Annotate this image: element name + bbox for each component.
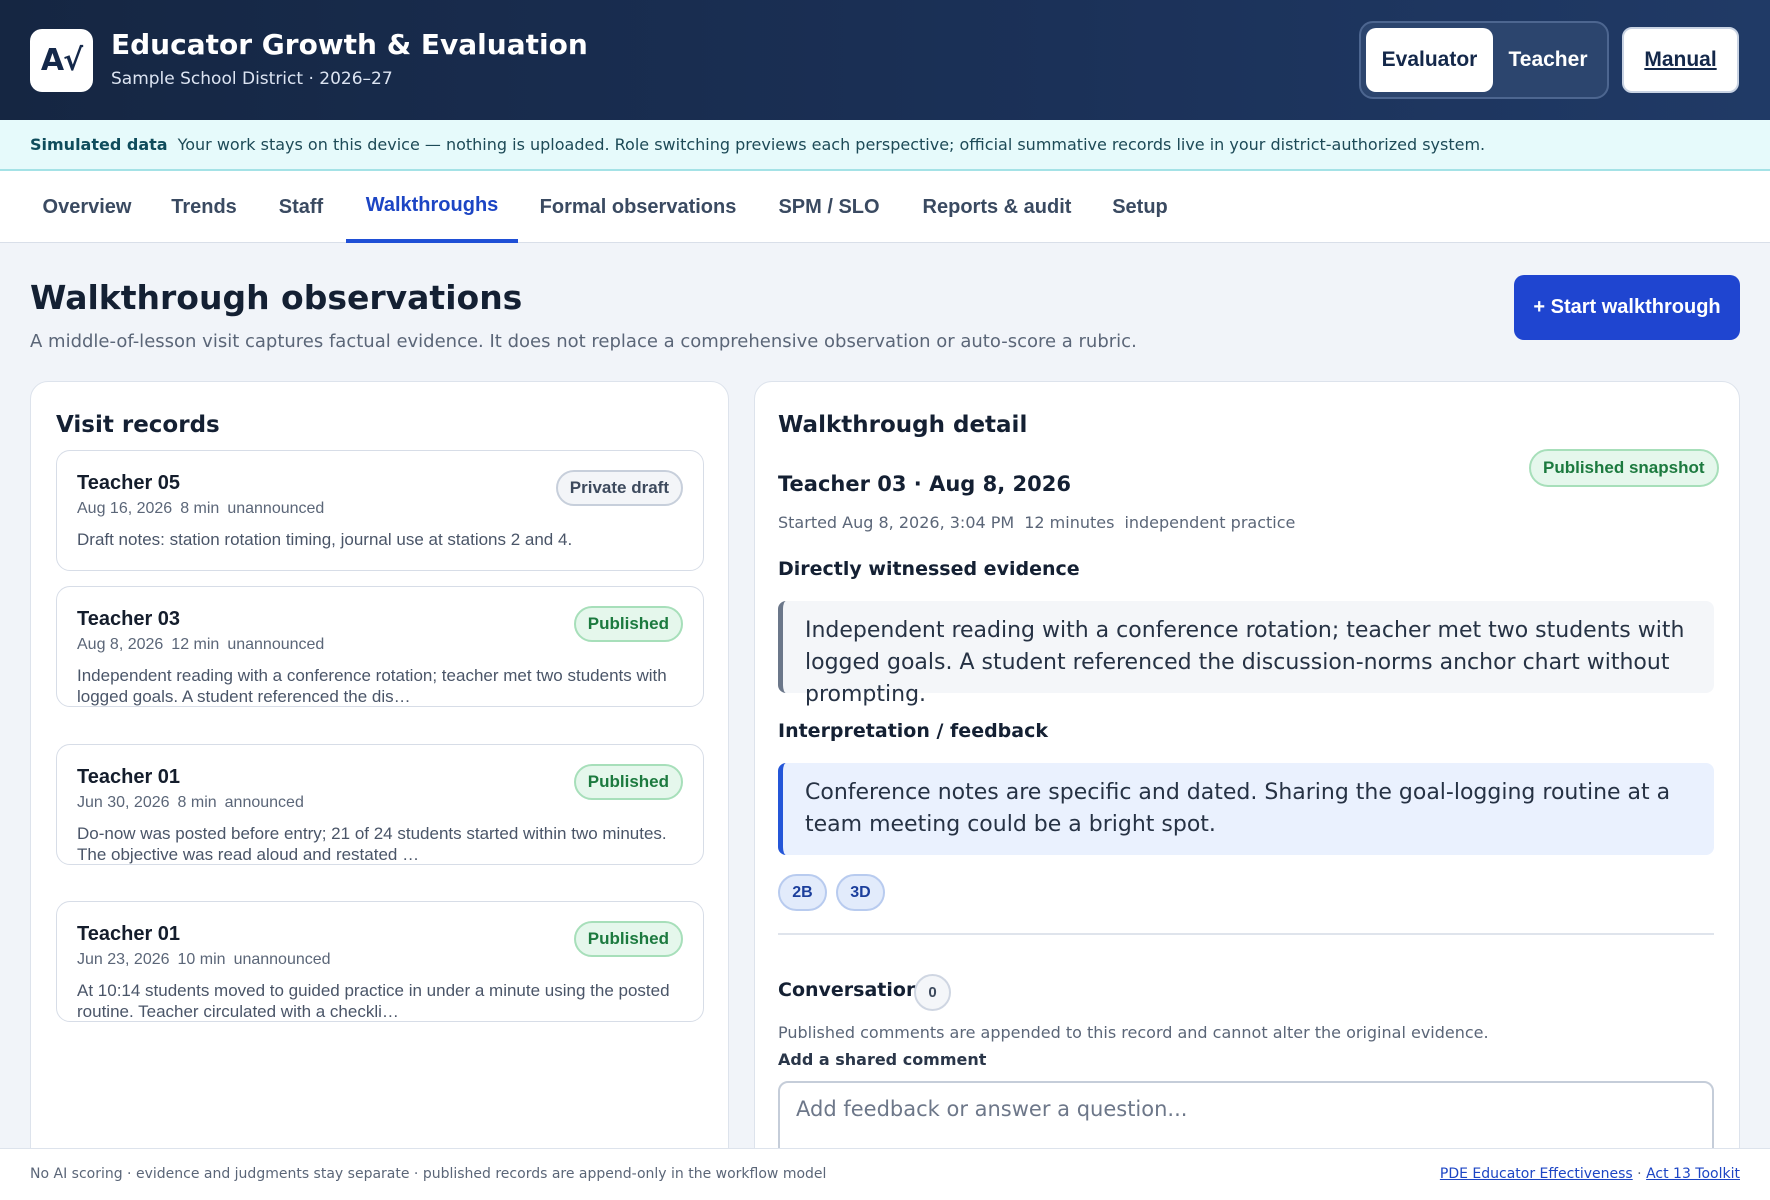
walkthrough-detail-panel: Walkthrough detail Published snapshot Te…	[754, 381, 1740, 1181]
app-logo: A√	[30, 29, 93, 92]
visit-notes: Do-now was posted before entry; 21 of 24…	[77, 824, 667, 864]
evidence-text: Independent reading with a conference ro…	[778, 601, 1714, 707]
comment-count-badge: 0	[914, 974, 951, 1011]
visit-record-card[interactable]: Teacher 03 Aug 8, 2026 12 min unannounced …	[56, 586, 704, 707]
visit-duration: 8 min	[177, 794, 217, 811]
visit-duration: 12 min	[171, 636, 220, 653]
detail-title: Walkthrough detail	[778, 412, 1028, 438]
role-evaluator-button[interactable]: Evaluator	[1366, 28, 1493, 92]
detail-context: independent practice	[1124, 513, 1296, 532]
tab-formal-observations[interactable]: Formal observations	[518, 171, 758, 243]
act-13-toolkit-link[interactable]: Act 13 Toolkit	[1646, 1166, 1740, 1182]
visit-meta: Aug 8, 2026 12 min unannounced	[77, 636, 332, 654]
role-teacher-button[interactable]: Teacher	[1493, 28, 1603, 92]
visit-record-card[interactable]: Teacher 05 Aug 16, 2026 8 min unannounced …	[56, 450, 704, 571]
detail-meta: Started Aug 8, 2026, 3:04 PM 12 minutes in…	[778, 513, 1305, 532]
published-snapshot-badge: Published snapshot	[1529, 449, 1719, 487]
page-subtitle: A middle-of-lesson visit captures factua…	[30, 331, 1137, 352]
visit-type: unannounced	[233, 951, 331, 968]
evidence-heading: Directly witnessed evidence	[778, 558, 1080, 580]
tab-setup[interactable]: Setup	[1094, 171, 1186, 243]
visit-teacher: Teacher 05	[77, 472, 181, 494]
visit-duration: 10 min	[177, 951, 226, 968]
rubric-tag[interactable]: 2B	[778, 874, 827, 911]
visit-meta: Aug 16, 2026 8 min unannounced	[77, 500, 332, 518]
visit-meta: Jun 23, 2026 10 min unannounced	[77, 951, 339, 969]
visit-date: Jun 23, 2026	[77, 951, 170, 968]
visit-records-title: Visit records	[56, 412, 220, 438]
divider	[778, 933, 1714, 935]
visit-meta: Jun 30, 2026 8 min announced	[77, 794, 312, 812]
status-badge: Published	[573, 921, 683, 957]
detail-started: Started Aug 8, 2026, 3:04 PM	[778, 513, 1015, 532]
tab-walkthroughs[interactable]: Walkthroughs	[346, 171, 518, 243]
app-header: A√ Educator Growth & Evaluation Sample S…	[0, 0, 1770, 120]
visit-date: Aug 16, 2026	[77, 500, 173, 517]
detail-duration: 12 minutes	[1024, 513, 1115, 532]
status-badge: Published	[573, 764, 683, 800]
visit-date: Aug 8, 2026	[77, 636, 164, 653]
visit-records-panel: Visit records Teacher 05 Aug 16, 2026 8 m…	[30, 381, 729, 1181]
start-walkthrough-button[interactable]: + Start walkthrough	[1514, 275, 1740, 340]
footer: No AI scoring · evidence and judgments s…	[0, 1148, 1770, 1200]
tab-reports-audit[interactable]: Reports & audit	[900, 171, 1094, 243]
visit-type: unannounced	[227, 636, 325, 653]
footer-links: PDE Educator Effectiveness · Act 13 Tool…	[1440, 1166, 1740, 1182]
visit-record-card[interactable]: Teacher 01 Jun 30, 2026 8 min announced Do…	[56, 744, 704, 865]
visit-type: unannounced	[227, 500, 325, 517]
tab-staff[interactable]: Staff	[256, 171, 346, 243]
rubric-tag[interactable]: 3D	[836, 874, 885, 911]
visit-record-card[interactable]: Teacher 01 Jun 23, 2026 10 min unannounced…	[56, 901, 704, 1022]
visit-teacher: Teacher 01	[77, 923, 181, 945]
feedback-heading: Interpretation / feedback	[778, 720, 1048, 742]
status-badge: Published	[573, 606, 683, 642]
manual-button[interactable]: Manual	[1622, 27, 1739, 93]
tab-trends[interactable]: Trends	[152, 171, 256, 243]
tab-spm-slo[interactable]: SPM / SLO	[758, 171, 900, 243]
visit-teacher: Teacher 03	[77, 608, 181, 630]
tab-overview[interactable]: Overview	[22, 171, 152, 243]
app-title: Educator Growth & Evaluation	[111, 28, 588, 61]
detail-heading: Teacher 03 · Aug 8, 2026	[778, 472, 1071, 496]
visit-notes: Independent reading with a conference ro…	[77, 666, 667, 706]
simulated-data-banner: Simulated data Your work stays on this d…	[0, 120, 1770, 171]
feedback-text: Conference notes are specific and dated.…	[778, 763, 1714, 855]
visit-type: announced	[224, 794, 304, 811]
footer-note: No AI scoring · evidence and judgments s…	[30, 1166, 827, 1182]
pde-educator-effectiveness-link[interactable]: PDE Educator Effectiveness	[1440, 1166, 1633, 1182]
conversation-heading: Conversation	[778, 979, 920, 1001]
app-subtitle: Sample School District · 2026–27	[111, 69, 393, 89]
visit-date: Jun 30, 2026	[77, 794, 170, 811]
banner-label: Simulated data	[30, 135, 168, 154]
status-badge: Private draft	[555, 470, 683, 506]
banner-text: Your work stays on this device — nothing…	[177, 135, 1486, 154]
main-nav-tabs: Overview Trends Staff Walkthroughs Forma…	[0, 171, 1770, 243]
visit-notes: At 10:14 students moved to guided practi…	[77, 981, 670, 1021]
conversation-note: Published comments are appended to this …	[778, 1023, 1489, 1042]
footer-separator: ·	[1637, 1166, 1642, 1182]
page-title: Walkthrough observations	[30, 278, 523, 317]
visit-notes: Draft notes: station rotation timing, jo…	[77, 530, 573, 549]
visit-teacher: Teacher 01	[77, 766, 181, 788]
comment-label: Add a shared comment	[778, 1050, 987, 1069]
visit-duration: 8 min	[180, 500, 220, 517]
role-switcher: Evaluator Teacher	[1359, 21, 1609, 99]
